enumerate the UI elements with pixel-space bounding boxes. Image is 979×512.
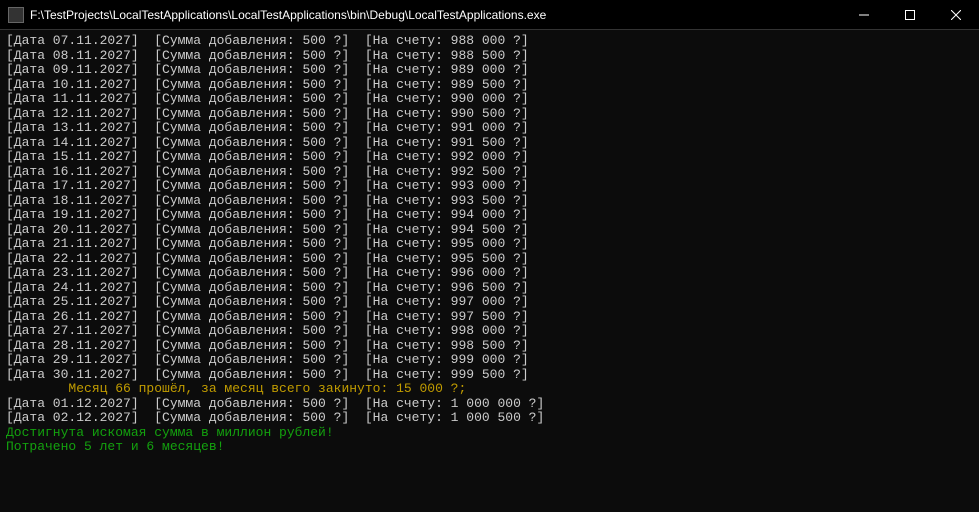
app-icon — [8, 7, 24, 23]
log-row: [Дата 10.11.2027] [Сумма добавления: 500… — [6, 78, 973, 93]
maximize-button[interactable] — [887, 0, 933, 29]
log-row: [Дата 22.11.2027] [Сумма добавления: 500… — [6, 252, 973, 267]
log-row: [Дата 27.11.2027] [Сумма добавления: 500… — [6, 324, 973, 339]
log-row: [Дата 15.11.2027] [Сумма добавления: 500… — [6, 150, 973, 165]
log-row: [Дата 17.11.2027] [Сумма добавления: 500… — [6, 179, 973, 194]
log-row: [Дата 29.11.2027] [Сумма добавления: 500… — [6, 353, 973, 368]
log-row: [Дата 16.11.2027] [Сумма добавления: 500… — [6, 165, 973, 180]
log-row: [Дата 24.11.2027] [Сумма добавления: 500… — [6, 281, 973, 296]
log-row: [Дата 13.11.2027] [Сумма добавления: 500… — [6, 121, 973, 136]
log-row: [Дата 11.11.2027] [Сумма добавления: 500… — [6, 92, 973, 107]
log-row: [Дата 23.11.2027] [Сумма добавления: 500… — [6, 266, 973, 281]
console-output[interactable]: [Дата 07.11.2027] [Сумма добавления: 500… — [0, 30, 979, 512]
log-row: [Дата 20.11.2027] [Сумма добавления: 500… — [6, 223, 973, 238]
log-row: [Дата 07.11.2027] [Сумма добавления: 500… — [6, 34, 973, 49]
log-row: [Дата 02.12.2027] [Сумма добавления: 500… — [6, 411, 973, 426]
log-row: [Дата 28.11.2027] [Сумма добавления: 500… — [6, 339, 973, 354]
log-row: [Дата 25.11.2027] [Сумма добавления: 500… — [6, 295, 973, 310]
log-row: [Дата 21.11.2027] [Сумма добавления: 500… — [6, 237, 973, 252]
result-line-2: Потрачено 5 лет и 6 месяцев! — [6, 440, 973, 455]
minimize-icon — [859, 10, 869, 20]
log-row: [Дата 09.11.2027] [Сумма добавления: 500… — [6, 63, 973, 78]
log-row: [Дата 14.11.2027] [Сумма добавления: 500… — [6, 136, 973, 151]
log-row: [Дата 26.11.2027] [Сумма добавления: 500… — [6, 310, 973, 325]
month-summary: Месяц 66 прошёл, за месяц всего закинуто… — [6, 382, 973, 397]
result-line-1: Достигнута искомая сумма в миллион рубле… — [6, 426, 973, 441]
close-icon — [951, 10, 961, 20]
close-button[interactable] — [933, 0, 979, 29]
minimize-button[interactable] — [841, 0, 887, 29]
window-title: F:\TestProjects\LocalTestApplications\Lo… — [30, 8, 546, 22]
window-titlebar: F:\TestProjects\LocalTestApplications\Lo… — [0, 0, 979, 30]
log-row: [Дата 12.11.2027] [Сумма добавления: 500… — [6, 107, 973, 122]
log-row: [Дата 18.11.2027] [Сумма добавления: 500… — [6, 194, 973, 209]
maximize-icon — [905, 10, 915, 20]
log-row: [Дата 19.11.2027] [Сумма добавления: 500… — [6, 208, 973, 223]
log-row: [Дата 01.12.2027] [Сумма добавления: 500… — [6, 397, 973, 412]
log-row: [Дата 08.11.2027] [Сумма добавления: 500… — [6, 49, 973, 64]
log-row: [Дата 30.11.2027] [Сумма добавления: 500… — [6, 368, 973, 383]
